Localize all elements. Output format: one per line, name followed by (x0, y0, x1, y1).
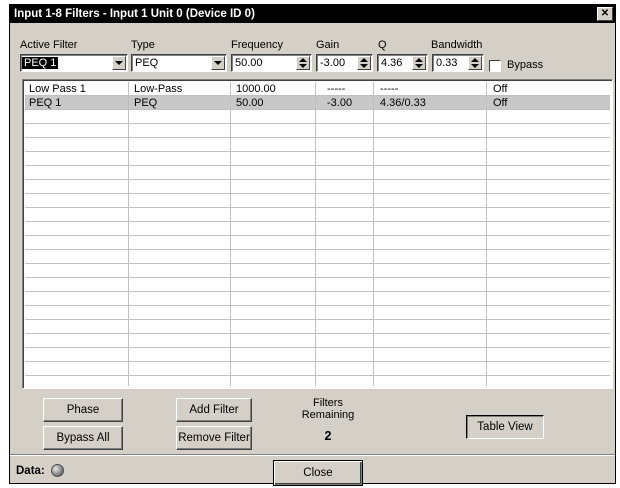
table-row[interactable] (25, 222, 610, 236)
column-divider (230, 82, 231, 386)
table-cell-type: PEQ (134, 97, 158, 109)
table-cell-gain: -3.00 (327, 97, 353, 109)
table-row[interactable] (25, 362, 610, 376)
frequency-spinbox[interactable]: 50.00 (231, 54, 312, 72)
q-value: 4.36 (381, 57, 403, 69)
title-bar: Input 1-8 Filters - Input 1 Unit 0 (Devi… (10, 5, 615, 23)
table-view-button[interactable]: Table View (466, 415, 544, 439)
gain-value: -3.00 (320, 57, 346, 69)
table-row[interactable] (25, 236, 610, 250)
filters-table: Low Pass 1 Low-Pass 1000.00 ----- ----- Off PE… (22, 79, 613, 389)
q-spinbox[interactable]: 4.36 (377, 54, 428, 72)
bypass-label[interactable]: Bypass (507, 59, 543, 71)
table-cell-frequency: 1000.00 (236, 83, 276, 95)
gain-label: Gain (316, 39, 340, 51)
table-row[interactable] (25, 110, 610, 124)
spin-arrows-icon[interactable] (468, 56, 482, 70)
add-filter-button[interactable]: Add Filter (176, 398, 252, 422)
table-row[interactable] (25, 250, 610, 264)
phase-button[interactable]: Phase (43, 398, 123, 422)
close-icon[interactable]: ✕ (597, 7, 613, 21)
chevron-down-icon[interactable] (211, 56, 225, 70)
table-cell-type: Low-Pass (134, 83, 183, 95)
table-cell-frequency: 50.00 (236, 97, 264, 109)
table-row[interactable]: PEQ 1 PEQ 50.00 -3.00 4.36/0.33 Off (25, 96, 610, 110)
table-cell-gain: ----- (327, 83, 346, 95)
table-row[interactable] (25, 194, 610, 208)
chevron-down-icon[interactable] (112, 56, 126, 70)
table-row[interactable] (25, 348, 610, 362)
type-select[interactable]: PEQ (131, 54, 227, 72)
table-row[interactable]: Low Pass 1 Low-Pass 1000.00 ----- ----- Off (25, 82, 610, 96)
column-divider (128, 82, 129, 386)
table-row[interactable] (25, 292, 610, 306)
bandwidth-spinbox[interactable]: 0.33 (432, 54, 484, 72)
spin-arrows-icon[interactable] (296, 56, 310, 70)
table-row[interactable] (25, 124, 610, 138)
frequency-value: 50.00 (235, 57, 263, 69)
bandwidth-value: 0.33 (436, 57, 458, 69)
table-row[interactable] (25, 152, 610, 166)
table-row[interactable] (25, 320, 610, 334)
table-row[interactable] (25, 278, 610, 292)
table-cell-bypass: Off (493, 83, 508, 95)
table-row[interactable] (25, 166, 610, 180)
window-title: Input 1-8 Filters - Input 1 Unit 0 (Devi… (14, 8, 255, 20)
remove-filter-button[interactable]: Remove Filter (176, 426, 252, 450)
type-label: Type (131, 39, 155, 51)
frequency-label: Frequency (231, 39, 283, 51)
data-status-label: Data: (16, 465, 45, 477)
table-row[interactable] (25, 180, 610, 194)
bandwidth-label: Bandwidth (431, 39, 483, 51)
gain-spinbox[interactable]: -3.00 (316, 54, 373, 72)
spin-arrows-icon[interactable] (412, 56, 426, 70)
filters-remaining-label: Filters Remaining (283, 397, 373, 421)
type-value: PEQ (135, 57, 159, 69)
active-filter-value: PEQ 1 (22, 57, 59, 69)
active-filter-label: Active Filter (20, 39, 78, 51)
filters-remaining-count: 2 (324, 429, 332, 443)
q-label: Q (378, 39, 387, 51)
table-cell-name: PEQ 1 (29, 97, 62, 109)
table-row[interactable] (25, 264, 610, 278)
bypass-all-button[interactable]: Bypass All (43, 426, 123, 450)
table-row[interactable] (25, 334, 610, 348)
table-cell-name: Low Pass 1 (29, 83, 86, 95)
bypass-checkbox[interactable] (489, 60, 501, 72)
filters-remaining-line2: Remaining (301, 409, 355, 421)
table-row[interactable] (25, 208, 610, 222)
column-divider (373, 82, 374, 386)
table-row[interactable] (25, 138, 610, 152)
spin-arrows-icon[interactable] (357, 56, 371, 70)
close-button[interactable]: Close (273, 460, 363, 486)
column-divider (486, 82, 487, 386)
filters-remaining-line1: Filters (313, 397, 343, 409)
table-cell-q: ----- (380, 83, 399, 95)
filters-dialog: Input 1-8 Filters - Input 1 Unit 0 (Devi… (9, 4, 616, 486)
table-cell-bypass: Off (493, 97, 508, 109)
data-led-icon (51, 464, 64, 477)
column-divider (315, 82, 316, 386)
table-cell-q: 4.36/0.33 (380, 97, 426, 109)
table-row[interactable] (25, 306, 610, 320)
status-divider (10, 454, 615, 456)
active-filter-select[interactable]: PEQ 1 (20, 54, 128, 72)
